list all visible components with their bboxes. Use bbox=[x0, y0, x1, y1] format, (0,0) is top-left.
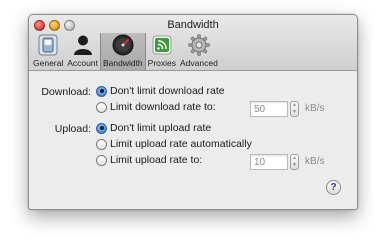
download-unit: kB/s bbox=[305, 103, 325, 114]
download-no-limit-radio[interactable] bbox=[96, 85, 107, 97]
stepper-up-icon: ▲ bbox=[292, 155, 297, 161]
download-no-limit-option[interactable]: Don't limit download rate bbox=[96, 85, 225, 97]
upload-limit-radio[interactable] bbox=[96, 154, 107, 166]
bandwidth-pane: Download: Don't limit download rate Limi… bbox=[29, 72, 357, 209]
tab-proxies[interactable]: Proxies bbox=[146, 33, 178, 70]
upload-automatic-option[interactable]: Limit upload rate automatically bbox=[96, 138, 252, 150]
tab-account-label: Account bbox=[67, 58, 98, 68]
person-icon bbox=[72, 34, 94, 56]
window-title: Bandwidth bbox=[167, 19, 219, 31]
preferences-toolbar: General Account Bandwidth Proxies Advanc… bbox=[31, 33, 220, 70]
tab-bandwidth-label: Bandwidth bbox=[102, 58, 143, 68]
upload-no-limit-label: Don't limit upload rate bbox=[110, 122, 212, 134]
tab-advanced-label: Advanced bbox=[180, 58, 218, 68]
upload-unit: kB/s bbox=[305, 156, 325, 167]
tab-general-label: General bbox=[33, 58, 64, 68]
download-rate-field[interactable]: 50 bbox=[250, 101, 288, 117]
tab-advanced[interactable]: Advanced bbox=[178, 33, 220, 70]
download-limit-label: Limit download rate to: bbox=[110, 101, 216, 113]
gear-icon bbox=[188, 34, 210, 56]
download-rate-stepper[interactable]: ▲ ▼ bbox=[290, 101, 299, 117]
upload-limit-label: Limit upload rate to: bbox=[110, 154, 203, 166]
upload-label: Upload: bbox=[54, 123, 91, 135]
stepper-up-icon: ▲ bbox=[292, 102, 297, 108]
help-button[interactable]: ? bbox=[326, 180, 341, 195]
upload-automatic-label: Limit upload rate automatically bbox=[110, 138, 252, 150]
title-bar: Bandwidth General Account Bandwidth Prox… bbox=[29, 15, 357, 71]
tab-account[interactable]: Account bbox=[65, 33, 100, 70]
upload-rate-stepper[interactable]: ▲ ▼ bbox=[290, 154, 299, 170]
tab-bandwidth[interactable]: Bandwidth bbox=[99, 33, 146, 70]
switch-icon bbox=[37, 34, 59, 56]
stepper-down-icon: ▼ bbox=[292, 109, 297, 115]
speedometer-icon bbox=[112, 34, 134, 56]
tab-general[interactable]: General bbox=[31, 33, 65, 70]
upload-no-limit-option[interactable]: Don't limit upload rate bbox=[96, 122, 211, 134]
tab-proxies-label: Proxies bbox=[147, 58, 177, 68]
stepper-down-icon: ▼ bbox=[292, 162, 297, 168]
download-limit-radio[interactable] bbox=[96, 101, 107, 113]
network-icon bbox=[151, 34, 173, 56]
download-label: Download: bbox=[41, 86, 91, 98]
download-no-limit-label: Don't limit download rate bbox=[110, 85, 225, 97]
upload-automatic-radio[interactable] bbox=[96, 138, 107, 150]
upload-rate-field[interactable]: 10 bbox=[250, 154, 288, 170]
download-limit-option[interactable]: Limit download rate to: bbox=[96, 101, 216, 113]
upload-limit-option[interactable]: Limit upload rate to: bbox=[96, 154, 202, 166]
preferences-window: Bandwidth General Account Bandwidth Prox… bbox=[28, 14, 358, 210]
upload-no-limit-radio[interactable] bbox=[96, 122, 107, 134]
